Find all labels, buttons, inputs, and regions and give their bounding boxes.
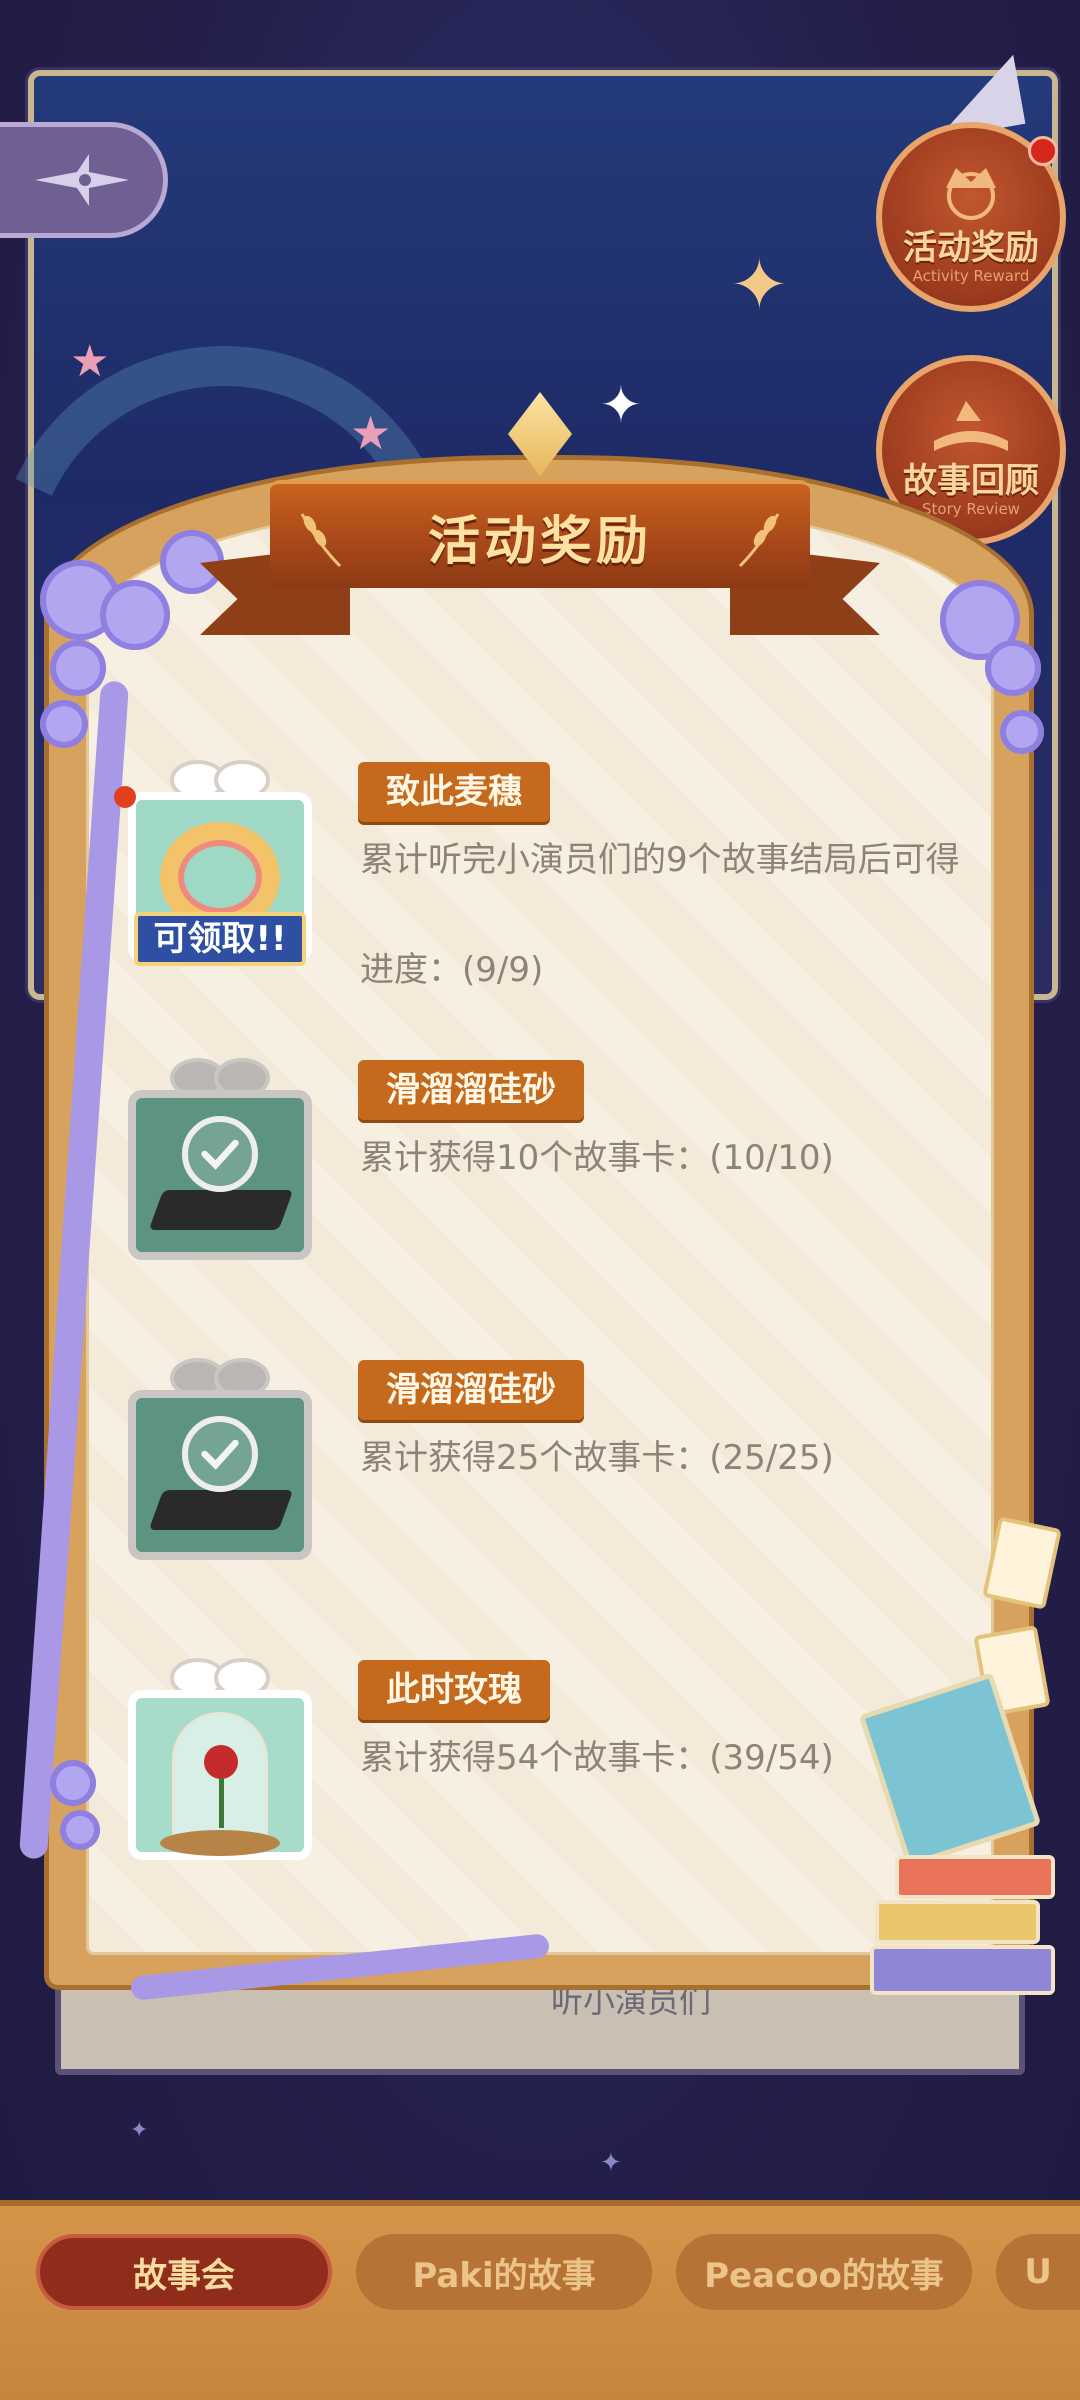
reward-name: 此时玫瑰 (358, 1660, 550, 1720)
silica-sand-gift-icon (120, 1050, 320, 1260)
wheat-sprig-icon (300, 513, 342, 568)
sand-tray-icon (148, 1490, 294, 1530)
flower-decoration (50, 1760, 96, 1806)
notification-dot (114, 786, 136, 808)
reward-description: 累计获得10个故事卡：(10/10) (360, 1138, 834, 1178)
wheat-wreath-gift-icon[interactable]: 可领取!! (114, 752, 320, 966)
crown-emblem-icon (946, 168, 996, 220)
star-icon: ★ (350, 406, 392, 460)
book-stack-icon (895, 1855, 1055, 1899)
reward-description: 累计获得25个故事卡：(25/25) (360, 1438, 834, 1478)
rose-stem (219, 1778, 224, 1828)
rose-icon (204, 1745, 238, 1779)
star-icon: ✦ (730, 244, 789, 326)
reward-description: 累计听完小演员们的9个故事结局后可得 (360, 840, 960, 880)
title-ribbon: 活动奖励 (270, 480, 810, 588)
flower-decoration (100, 580, 170, 650)
rose-dome-gift-icon (120, 1650, 320, 1860)
star-icon: ✦ (130, 2118, 149, 2143)
claimed-check-icon (182, 1416, 258, 1492)
flower-decoration (50, 640, 106, 696)
activity-reward-badge-sublabel: Activity Reward (912, 266, 1030, 285)
bottom-tab-bar: 故事会 Paki的故事 Peacoo的故事 U (0, 2200, 1080, 2400)
notification-dot (1028, 136, 1058, 166)
star-icon: ✦ (600, 376, 642, 434)
tab-partial[interactable]: U (996, 2234, 1080, 2310)
dome-base (160, 1830, 280, 1856)
flower-decoration (985, 640, 1041, 696)
story-review-badge-sublabel: Story Review (922, 499, 1020, 518)
star-icon: ✦ (600, 2148, 622, 2178)
reward-progress: 进度：(9/9) (360, 950, 544, 990)
flower-decoration (60, 1810, 100, 1850)
reward-name: 滑溜溜硅砂 (358, 1360, 584, 1420)
silica-sand-gift-icon (120, 1350, 320, 1560)
open-book-emblem-icon (934, 401, 1008, 451)
book-stack-icon (875, 1900, 1040, 1944)
book-stack-icon (870, 1945, 1055, 1995)
tab-paki-story[interactable]: Paki的故事 (356, 2234, 652, 2310)
star-icon: ★ (70, 336, 110, 387)
sand-tray-icon (148, 1190, 294, 1230)
claimed-check-icon (182, 1116, 258, 1192)
flower-decoration (1000, 710, 1044, 754)
compass-arrow-icon (34, 154, 129, 206)
reward-name: 滑溜溜硅砂 (358, 1060, 584, 1120)
panel-title: 活动奖励 (427, 511, 652, 572)
tab-story-meeting[interactable]: 故事会 (36, 2234, 332, 2310)
claimable-tag[interactable]: 可领取!! (134, 912, 306, 966)
back-button[interactable] (0, 122, 168, 238)
flower-decoration (40, 700, 88, 748)
reward-name: 致此麦穗 (358, 762, 550, 822)
wheat-sprig-icon (738, 513, 780, 568)
tab-peacoo-story[interactable]: Peacoo的故事 (676, 2234, 972, 2310)
